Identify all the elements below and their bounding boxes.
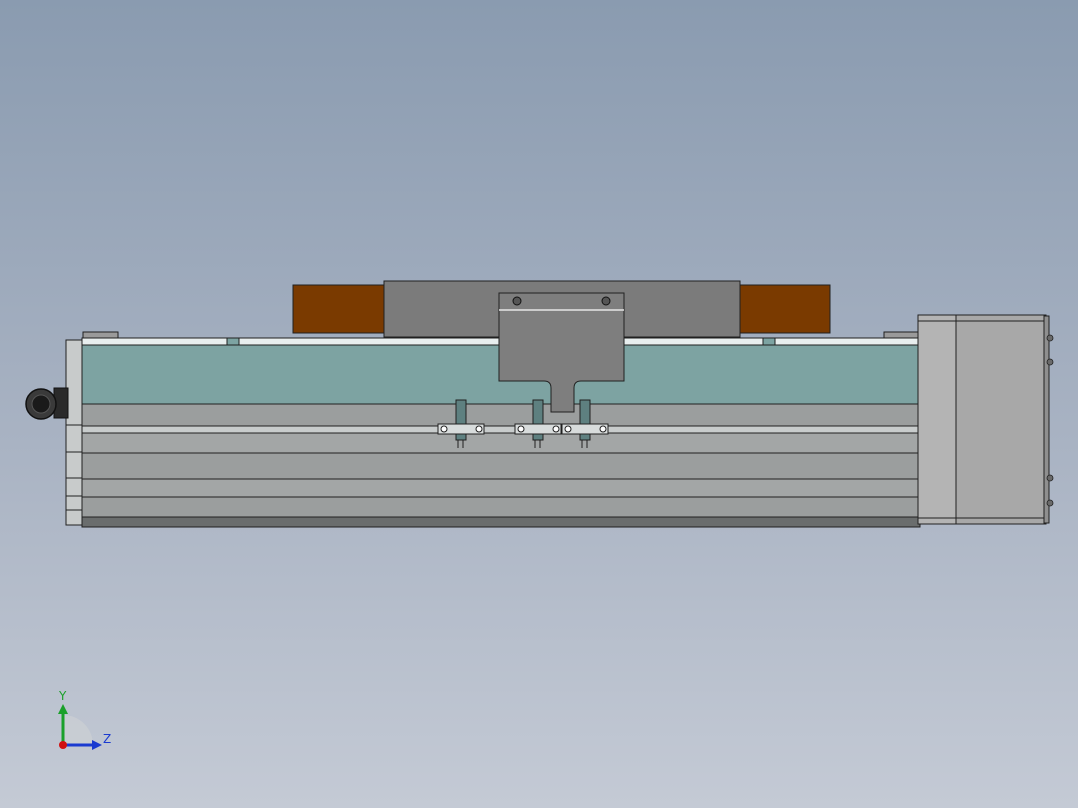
coordinate-triad[interactable] <box>58 704 102 750</box>
bracket-screw <box>512 296 522 306</box>
motor-screw <box>1046 474 1054 482</box>
bracket-screw <box>601 296 611 306</box>
z-axis-arrow-head <box>92 740 102 750</box>
motor-screw <box>1046 499 1054 507</box>
profile-layer-1 <box>81 403 921 427</box>
profile-slot-1 <box>81 425 921 434</box>
motor-flange <box>917 314 957 525</box>
profile-layer-5 <box>81 496 921 518</box>
linear-actuator-model[interactable] <box>0 0 1078 808</box>
motor-screw <box>1046 334 1054 342</box>
graphics-viewport[interactable]: Y Z <box>0 0 1078 808</box>
motor-end-cap <box>1043 315 1050 524</box>
strip-clamp-left <box>226 337 240 346</box>
z-axis-label: Z <box>103 732 112 746</box>
cable-connector-core <box>31 394 51 414</box>
strip-clamp-right <box>762 337 776 346</box>
motor-body <box>955 314 1047 525</box>
profile-layer-3 <box>81 452 921 480</box>
y-axis-label: Y <box>59 689 67 703</box>
profile-layer-4 <box>81 478 921 498</box>
y-axis-arrow-head <box>58 704 68 714</box>
profile-layer-2 <box>81 432 921 454</box>
left-bellows-cover <box>292 284 386 334</box>
triad-origin <box>59 741 67 749</box>
right-bellows-cover <box>738 284 831 334</box>
profile-base <box>81 516 921 528</box>
triad-quadrant <box>63 715 93 745</box>
left-end-plate <box>65 339 83 526</box>
motor-screw <box>1046 358 1054 366</box>
